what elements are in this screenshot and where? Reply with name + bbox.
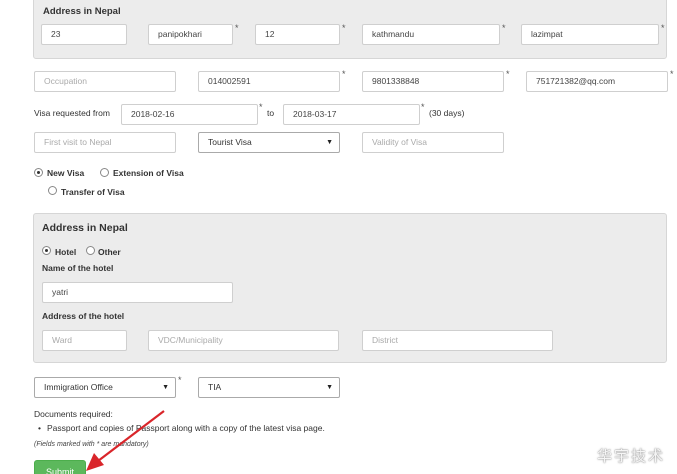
hotel-address-section-title: Address in Nepal: [42, 222, 128, 234]
extension-visa-radio[interactable]: [100, 168, 109, 177]
ward-input[interactable]: Ward: [42, 330, 127, 351]
location-value: TIA: [208, 382, 222, 392]
required-star: *: [342, 69, 346, 79]
transfer-visa-label: Transfer of Visa: [61, 187, 125, 197]
red-arrow-annotation: [86, 410, 165, 471]
chevron-down-icon: ▼: [326, 384, 333, 391]
required-star: *: [421, 102, 425, 112]
new-visa-label: New Visa: [47, 168, 85, 178]
city-field[interactable]: kathmandu: [362, 24, 500, 45]
visa-from-date-field[interactable]: 2018-02-16: [121, 104, 258, 125]
first-visit-input[interactable]: First visit to Nepal: [34, 132, 176, 153]
district-input[interactable]: District: [362, 330, 553, 351]
house-number-field[interactable]: 23: [41, 24, 127, 45]
other-radio[interactable]: [86, 246, 95, 255]
location-select[interactable]: TIA ▼: [198, 377, 340, 398]
visa-validity-input[interactable]: Validity of Visa: [362, 132, 504, 153]
hotel-name-label: Name of the hotel: [42, 263, 114, 273]
required-star: *: [670, 69, 674, 79]
hotel-label: Hotel: [55, 247, 77, 257]
chevron-down-icon: ▼: [326, 139, 333, 146]
visa-requested-label: Visa requested from: [34, 108, 110, 118]
transfer-visa-radio[interactable]: [48, 186, 57, 195]
watermark-logo: 华宇技术: [596, 447, 665, 465]
required-star: *: [235, 23, 239, 33]
street-field[interactable]: panipokhari: [148, 24, 233, 45]
other-label: Other: [98, 247, 121, 257]
office-value: Immigration Office: [44, 382, 113, 392]
locality-field[interactable]: lazimpat: [521, 24, 659, 45]
email-field[interactable]: 751721382@qq.com: [526, 71, 668, 92]
address-section-title: Address in Nepal: [43, 6, 121, 17]
submit-button[interactable]: Submit: [34, 460, 86, 474]
immigration-office-select[interactable]: Immigration Office ▼: [34, 377, 176, 398]
visa-to-date-field[interactable]: 2018-03-17: [283, 104, 420, 125]
required-star: *: [661, 23, 665, 33]
visa-type-value: Tourist Visa: [208, 137, 252, 147]
hotel-radio[interactable]: [42, 246, 51, 255]
vdc-municipality-input[interactable]: VDC/Municipality: [148, 330, 339, 351]
required-star: *: [506, 69, 510, 79]
required-star: *: [502, 23, 506, 33]
days-note: (30 days): [429, 108, 465, 118]
chevron-down-icon: ▼: [162, 384, 169, 391]
required-star: *: [259, 102, 263, 112]
mobile-field[interactable]: 9801338848: [362, 71, 504, 92]
hotel-address-label: Address of the hotel: [42, 311, 125, 321]
required-star: *: [178, 375, 182, 385]
extension-visa-label: Extension of Visa: [113, 168, 184, 178]
hotel-name-field[interactable]: yatri: [42, 282, 233, 303]
to-label: to: [267, 108, 275, 118]
visa-type-select[interactable]: Tourist Visa ▼: [198, 132, 340, 153]
phone-field[interactable]: 014002591: [198, 71, 340, 92]
occupation-input[interactable]: Occupation: [34, 71, 176, 92]
new-visa-radio[interactable]: [34, 168, 43, 177]
ward-number-field[interactable]: 12: [255, 24, 340, 45]
required-star: *: [342, 23, 346, 33]
